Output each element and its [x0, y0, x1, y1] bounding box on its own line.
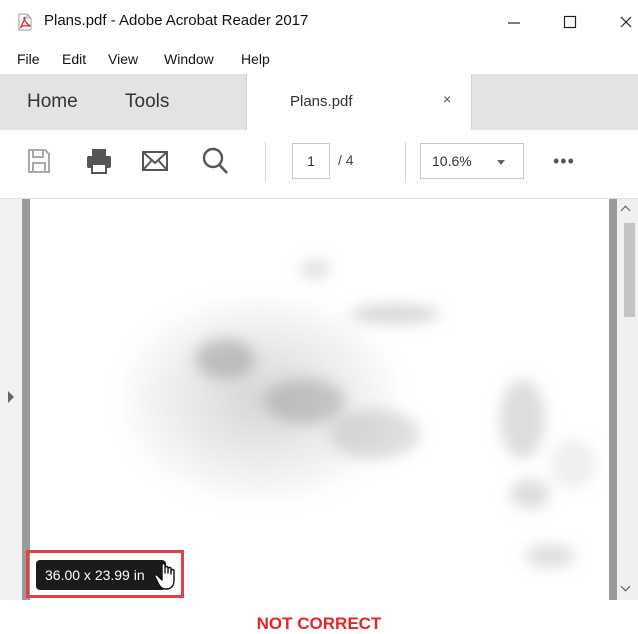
annotation-caption: NOT CORRECT — [256, 614, 382, 633]
blurred-drawing — [500, 379, 545, 459]
more-tools-button[interactable]: ••• — [553, 151, 575, 172]
toolbar-divider — [405, 142, 406, 182]
page-number-input[interactable]: 1 — [292, 143, 330, 179]
zoom-value: 10.6% — [432, 153, 472, 169]
blurred-drawing — [265, 379, 345, 424]
acrobat-pdf-icon — [18, 13, 32, 31]
menu-view[interactable]: View — [108, 51, 138, 67]
blurred-drawing — [550, 439, 595, 489]
tab-document[interactable]: Plans.pdf × — [246, 74, 472, 130]
blurred-drawing — [510, 479, 550, 509]
pdf-page[interactable] — [30, 199, 609, 600]
highlight-box — [26, 550, 184, 598]
blurred-drawing — [330, 409, 420, 459]
page-border-right — [609, 199, 617, 600]
title-bar: Plans.pdf - Adobe Acrobat Reader 2017 — [0, 0, 638, 44]
blurred-drawing — [525, 544, 575, 568]
email-icon[interactable] — [140, 145, 170, 177]
menu-file[interactable]: File — [17, 51, 40, 67]
minimize-button[interactable] — [492, 6, 536, 38]
tab-home[interactable]: Home — [27, 91, 78, 113]
expand-panel-icon[interactable] — [8, 391, 14, 403]
minimize-icon — [508, 22, 520, 24]
chevron-down-icon — [497, 160, 505, 165]
page-total: / 4 — [338, 152, 354, 168]
menu-edit[interactable]: Edit — [62, 51, 86, 67]
search-icon[interactable] — [200, 145, 230, 177]
left-pane-strip — [0, 199, 22, 600]
tab-bar: Home Tools Plans.pdf × — [0, 74, 638, 130]
maximize-button[interactable] — [548, 6, 592, 38]
document-view[interactable] — [0, 199, 638, 600]
menu-help[interactable]: Help — [241, 51, 270, 67]
zoom-select[interactable]: 10.6% — [420, 143, 524, 179]
close-icon — [620, 16, 632, 28]
page-border-left — [22, 199, 30, 600]
close-tab-icon[interactable]: × — [443, 91, 451, 107]
toolbar-divider — [265, 142, 266, 182]
blurred-drawing — [120, 294, 400, 504]
menu-window[interactable]: Window — [164, 51, 214, 67]
window-title: Plans.pdf - Adobe Acrobat Reader 2017 — [44, 12, 309, 29]
menu-bar: File Edit View Window Help — [0, 44, 638, 74]
toolbar: 1 / 4 10.6% ••• — [0, 130, 638, 199]
scroll-thumb[interactable] — [624, 223, 635, 317]
print-icon[interactable] — [84, 145, 114, 177]
scroll-up-icon[interactable] — [620, 205, 631, 216]
blurred-drawing — [195, 339, 255, 379]
tab-tools[interactable]: Tools — [125, 91, 169, 113]
close-window-button[interactable] — [604, 6, 638, 38]
scroll-down-icon[interactable] — [620, 581, 631, 592]
tab-document-label: Plans.pdf — [290, 93, 353, 110]
blurred-drawing — [350, 304, 440, 324]
save-icon[interactable] — [24, 145, 54, 177]
maximize-icon — [563, 15, 577, 29]
blurred-drawing — [300, 259, 330, 279]
vertical-scrollbar[interactable] — [617, 199, 638, 600]
